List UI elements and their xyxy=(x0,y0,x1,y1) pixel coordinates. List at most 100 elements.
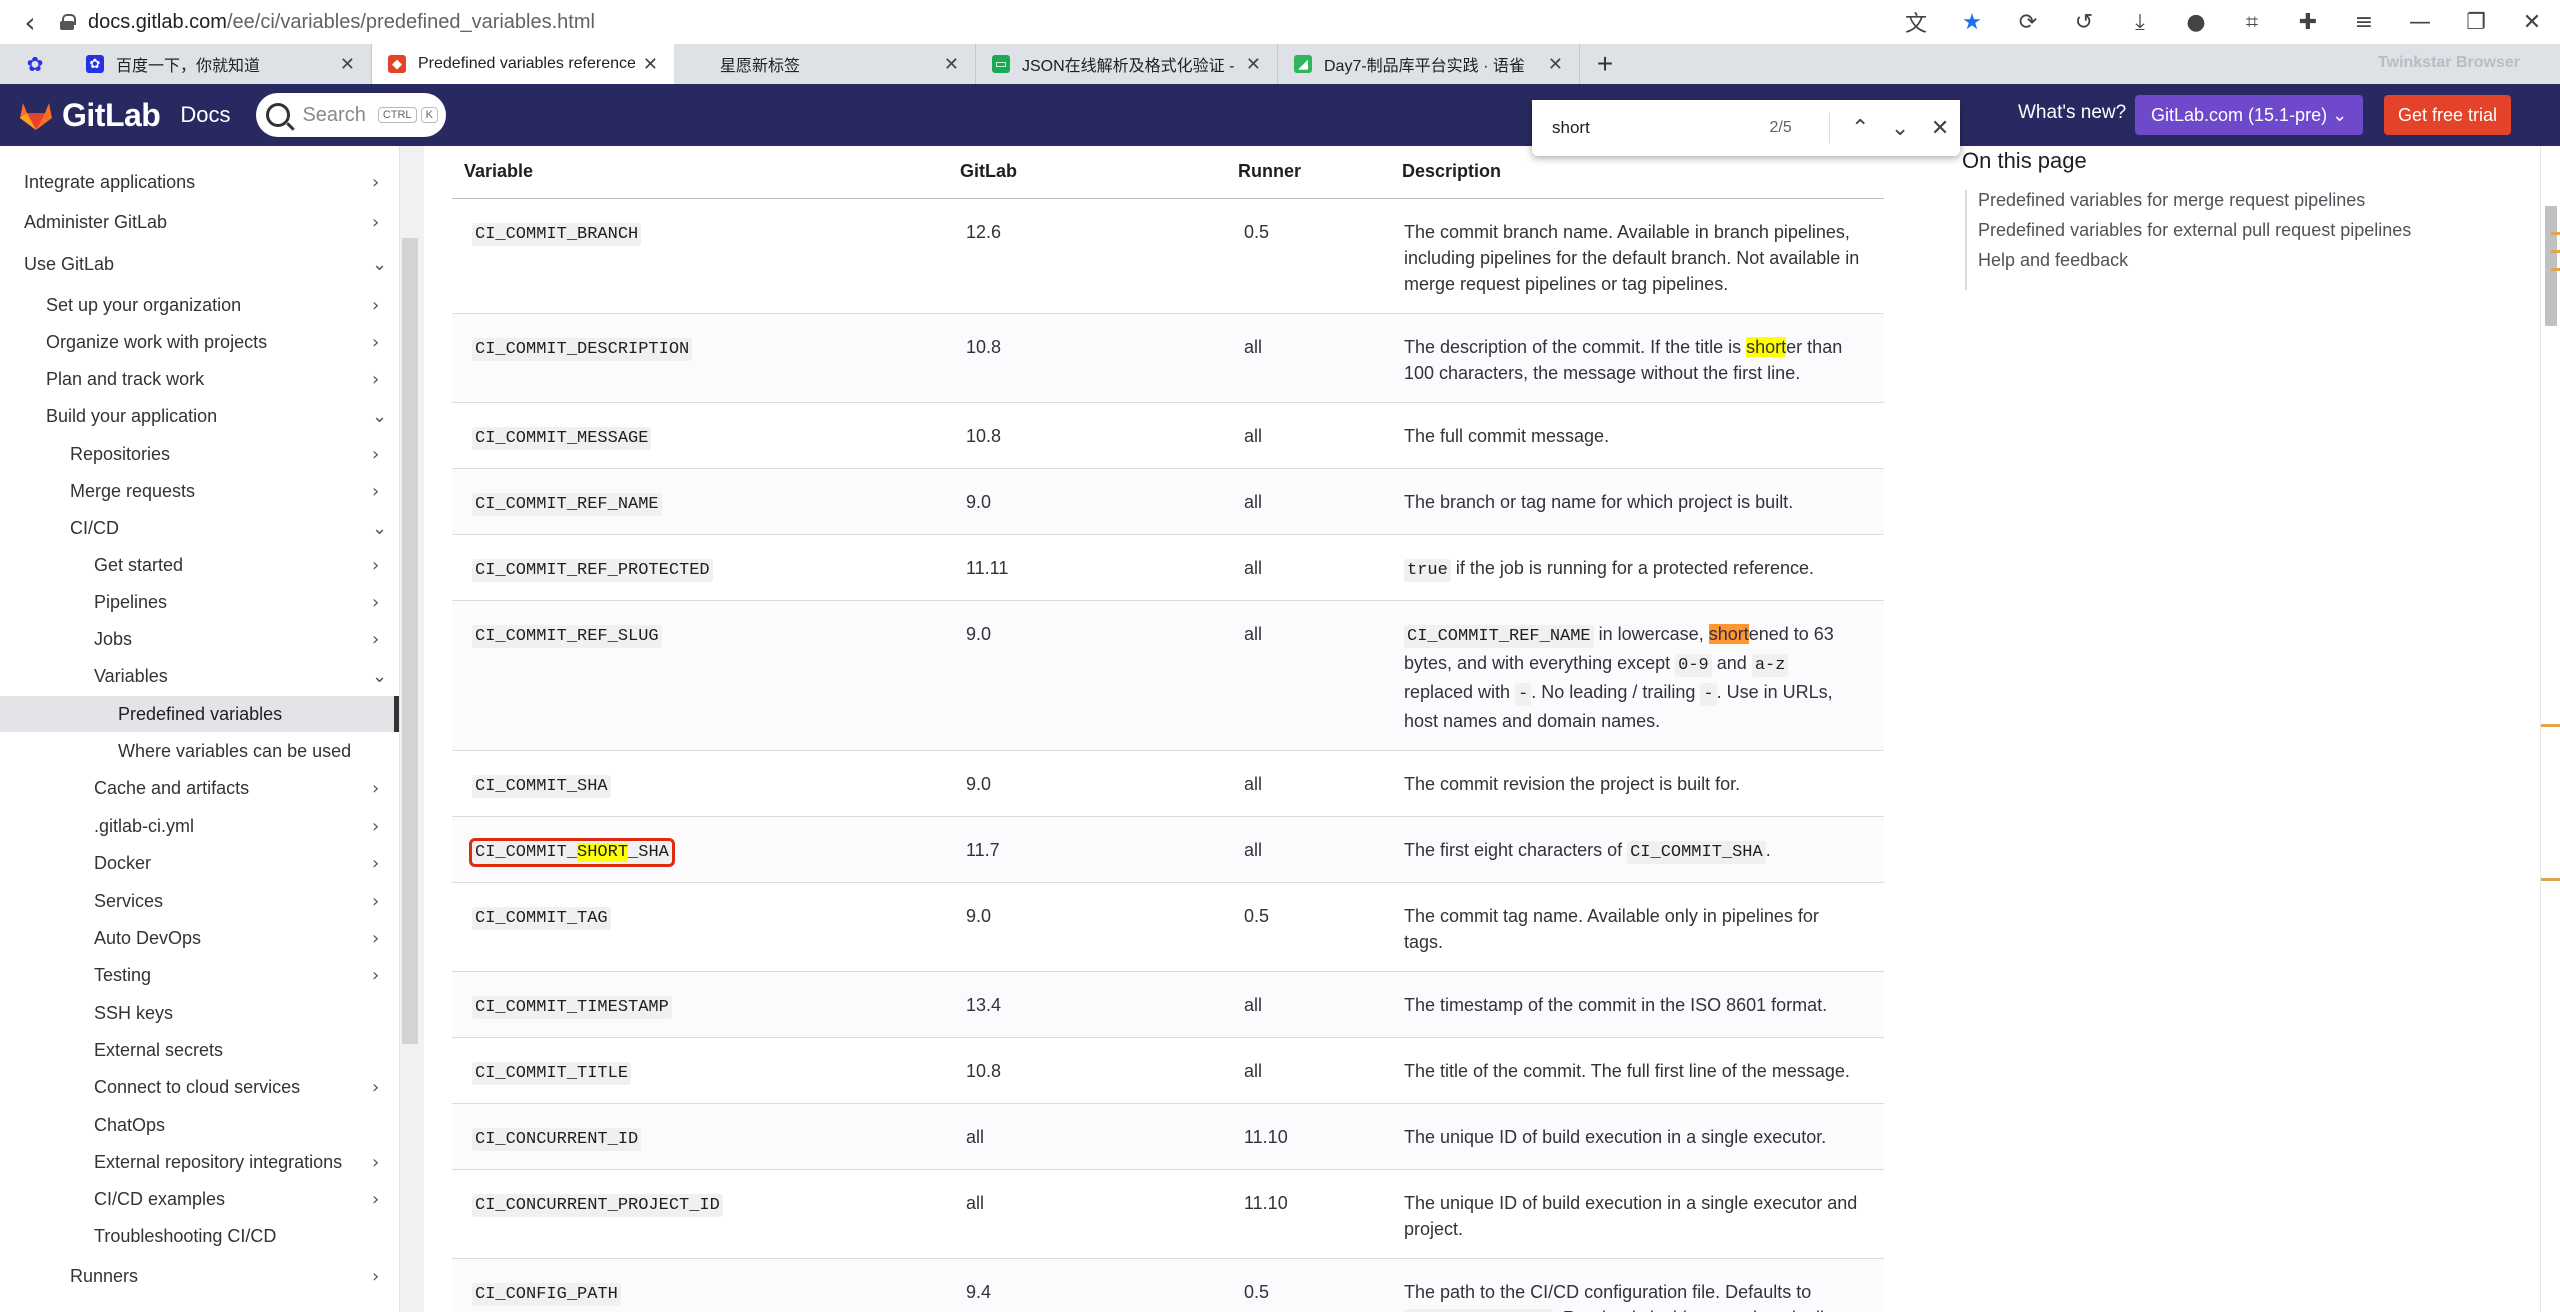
chevron-right-icon[interactable]: › xyxy=(372,369,379,390)
chevron-right-icon[interactable]: › xyxy=(372,212,379,233)
sidebar-item[interactable]: External secrets xyxy=(0,1032,399,1068)
chevron-right-icon[interactable]: › xyxy=(372,629,379,650)
refresh-icon[interactable]: ⟳ xyxy=(2000,10,2056,35)
chevron-right-icon[interactable]: › xyxy=(372,172,379,193)
sidebar-item[interactable]: ChatOps xyxy=(0,1107,399,1143)
bookmark-star-icon[interactable]: ★ xyxy=(1944,10,2000,35)
sidebar-item[interactable]: Organize work with projects › xyxy=(0,324,399,360)
sidebar-item[interactable]: Docker › xyxy=(0,845,399,881)
toc-link-merge-request[interactable]: Predefined variables for merge request p… xyxy=(1978,190,2365,211)
url-field[interactable]: docs.gitlab.com/ee/ci/variables/predefin… xyxy=(88,11,595,34)
history-icon[interactable]: ↺ xyxy=(2056,10,2112,35)
find-input[interactable]: short xyxy=(1552,118,1751,138)
sidebar-item[interactable]: Troubleshooting CI/CD xyxy=(0,1218,399,1254)
chevron-right-icon[interactable]: › xyxy=(372,778,379,799)
find-next-icon[interactable]: ⌄ xyxy=(1880,116,1920,141)
tab-close-icon[interactable]: ✕ xyxy=(1548,54,1563,75)
chevron-down-icon[interactable]: ⌄ xyxy=(372,254,387,275)
sidebar-item[interactable]: CI/CD ⌄ xyxy=(0,510,399,546)
minimize-icon[interactable]: — xyxy=(2392,10,2448,35)
tab-close-icon[interactable]: ✕ xyxy=(643,54,658,75)
chevron-right-icon[interactable]: › xyxy=(372,1266,379,1287)
chevron-right-icon[interactable]: › xyxy=(372,891,379,912)
sidebar-item[interactable]: External repository integrations › xyxy=(0,1144,399,1180)
search-input[interactable]: Search CTRL K xyxy=(256,93,447,137)
gitlab-logo-icon[interactable] xyxy=(18,99,54,131)
tab-close-icon[interactable]: ✕ xyxy=(340,54,355,75)
translate-icon[interactable]: 文 xyxy=(1888,6,1944,38)
browser-tab[interactable]: ◢ Day7-制品库平台实践 · 语雀 ✕ xyxy=(1278,44,1580,84)
chevron-right-icon[interactable]: › xyxy=(372,816,379,837)
chevron-right-icon[interactable]: › xyxy=(372,1189,379,1210)
chevron-right-icon[interactable]: › xyxy=(372,928,379,949)
chevron-right-icon[interactable]: › xyxy=(372,1152,379,1173)
menu-icon[interactable]: ≡ xyxy=(2336,10,2392,35)
tab-close-icon[interactable]: ✕ xyxy=(1246,54,1261,75)
chevron-right-icon[interactable]: › xyxy=(372,332,379,353)
sidebar-item[interactable]: Connect to cloud services › xyxy=(0,1069,399,1105)
restore-icon[interactable]: ❐ xyxy=(2448,10,2504,35)
sidebar-item[interactable]: Pipelines › xyxy=(0,584,399,620)
sidebar-scrollbar[interactable] xyxy=(402,238,418,1044)
chevron-down-icon[interactable]: ⌄ xyxy=(372,518,387,539)
find-previous-icon[interactable]: ⌃ xyxy=(1840,116,1880,141)
sidebar-item[interactable]: Predefined variables xyxy=(0,696,399,732)
chevron-right-icon[interactable]: › xyxy=(372,965,379,986)
chevron-right-icon[interactable]: › xyxy=(372,481,379,502)
sidebar-item[interactable]: Get started › xyxy=(0,547,399,583)
sidebar-item[interactable]: Auto DevOps › xyxy=(0,920,399,956)
tab-title: 星愿新标签 xyxy=(720,58,801,75)
extensions-icon[interactable]: ✚ xyxy=(2280,10,2336,35)
sidebar-item[interactable]: Cache and artifacts › xyxy=(0,770,399,806)
download-icon[interactable]: ⤓ xyxy=(2112,10,2168,35)
browser-tab[interactable]: ✿ 百度一下，你就知道 ✕ xyxy=(70,44,372,84)
profile-icon[interactable]: ● xyxy=(2168,10,2224,35)
gitlab-wordmark[interactable]: GitLab xyxy=(62,97,161,134)
sidebar-item[interactable]: Where variables can be used xyxy=(0,733,399,769)
sidebar-item[interactable]: Variables ⌄ xyxy=(0,658,399,694)
chevron-right-icon[interactable]: › xyxy=(372,1077,379,1098)
toc-link-help[interactable]: Help and feedback xyxy=(1978,250,2128,271)
chevron-right-icon[interactable]: › xyxy=(372,592,379,613)
sidebar-item[interactable]: Set up your organization › xyxy=(0,287,399,323)
sidebar-item[interactable]: Merge requests › xyxy=(0,473,399,509)
chevron-down-icon[interactable]: ⌄ xyxy=(372,406,387,427)
sidebar-item[interactable]: Use GitLab ⌄ xyxy=(0,246,399,282)
page-scrollbar[interactable] xyxy=(2540,146,2560,1312)
sidebar-item[interactable]: Services › xyxy=(0,883,399,919)
version-dropdown[interactable]: GitLab.com (15.1-pre) ⌄ xyxy=(2135,95,2364,135)
find-close-icon[interactable]: ✕ xyxy=(1920,116,1960,141)
browser-tab[interactable]: 星愿新标签 ✕ xyxy=(674,44,976,84)
sidebar-item[interactable]: Repositories › xyxy=(0,436,399,472)
sidebar-item[interactable]: .gitlab-ci.yml › xyxy=(0,808,399,844)
page-scroll-thumb[interactable] xyxy=(2545,206,2557,326)
close-window-icon[interactable]: ✕ xyxy=(2504,10,2560,35)
crop-icon[interactable]: ⌗ xyxy=(2224,10,2280,35)
gitlab-version-cell: 9.0 xyxy=(948,600,1226,751)
chevron-right-icon[interactable]: › xyxy=(372,295,379,316)
sidebar-item[interactable]: Plan and track work › xyxy=(0,361,399,397)
sidebar-item[interactable]: Build your application ⌄ xyxy=(0,398,399,434)
whats-new-link[interactable]: What's new? xyxy=(2018,102,2126,124)
sidebar-item[interactable]: Administer GitLab › xyxy=(0,204,399,240)
tab-close-icon[interactable]: ✕ xyxy=(944,54,959,75)
lock-icon[interactable] xyxy=(60,14,76,30)
sidebar-item[interactable]: Runners › xyxy=(0,1258,399,1294)
browser-tab[interactable]: ▭ JSON在线解析及格式化验证 - JS ✕ xyxy=(976,44,1278,84)
free-trial-button[interactable]: Get free trial xyxy=(2384,95,2512,135)
toc-link-external-pr[interactable]: Predefined variables for external pull r… xyxy=(1978,220,2411,241)
new-tab-button[interactable]: + xyxy=(1580,44,1630,84)
sidebar-item[interactable]: Integrate applications › xyxy=(0,164,399,200)
chevron-down-icon[interactable]: ⌄ xyxy=(372,666,387,687)
sidebar-item[interactable]: Jobs › xyxy=(0,621,399,657)
sidebar-item[interactable]: Testing › xyxy=(0,957,399,993)
sidebar-item[interactable]: CI/CD examples › xyxy=(0,1181,399,1217)
baidu-pinned-icon[interactable]: ✿ xyxy=(0,44,70,84)
browser-tab[interactable]: ◆ Predefined variables reference ✕ xyxy=(372,44,674,84)
chevron-right-icon[interactable]: › xyxy=(372,444,379,465)
chevron-right-icon[interactable]: › xyxy=(372,853,379,874)
chevron-right-icon[interactable]: › xyxy=(372,555,379,576)
docs-link[interactable]: Docs xyxy=(180,102,230,128)
back-icon[interactable]: ‹ xyxy=(0,6,60,39)
sidebar-item[interactable]: SSH keys xyxy=(0,995,399,1031)
